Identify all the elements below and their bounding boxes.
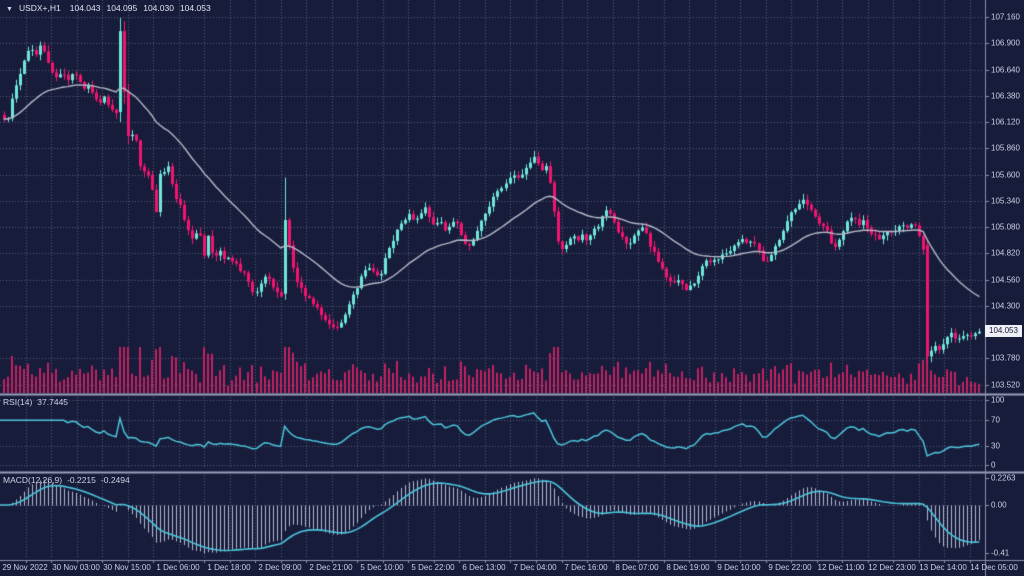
macd-axis-label: 0.00 xyxy=(991,501,1007,510)
price-axis-label: 105.600 xyxy=(991,170,1020,179)
time-axis-label: 12 Dec 11:00 xyxy=(818,563,865,572)
ohlc-open: 104.043 xyxy=(70,3,101,13)
price-axis-label: 104.560 xyxy=(991,275,1020,284)
rsi-value: 37.7445 xyxy=(37,397,68,407)
time-axis-label: 2 Dec 09:00 xyxy=(258,563,301,572)
price-axis-label: 106.900 xyxy=(991,39,1020,48)
price-axis-label: 106.120 xyxy=(991,118,1020,127)
rsi-indicator-label: RSI(14) 37.7445 xyxy=(3,397,73,407)
time-axis-label: 14 Dec 05:00 xyxy=(970,563,1018,572)
price-axis-label: 105.080 xyxy=(991,223,1020,232)
current-price-tag: 104.053 xyxy=(985,325,1022,337)
time-axis-label: 13 Dec 14:00 xyxy=(919,563,967,572)
time-axis-label: 1 Dec 18:00 xyxy=(207,563,250,572)
time-axis-label: 8 Dec 19:00 xyxy=(666,563,709,572)
price-axis-label: 105.860 xyxy=(991,144,1020,153)
time-axis-label: 9 Dec 22:00 xyxy=(768,563,811,572)
time-axis-label: 2 Dec 21:00 xyxy=(309,563,352,572)
macd-indicator-label: MACD(12,26,9) -0.2215 -0.2494 xyxy=(3,475,135,485)
macd-value-main: -0.2215 xyxy=(67,475,96,485)
time-axis-label: 1 Dec 06:00 xyxy=(156,563,199,572)
time-axis-label: 8 Dec 07:00 xyxy=(615,563,658,572)
time-axis-label: 7 Dec 04:00 xyxy=(513,563,556,572)
ohlc-high: 104.095 xyxy=(106,3,137,13)
rsi-axis-label: 30 xyxy=(991,441,1000,450)
price-axis-label: 106.380 xyxy=(991,91,1020,100)
price-axis-label: 103.780 xyxy=(991,354,1020,363)
price-axis-label: 106.640 xyxy=(991,65,1020,74)
chart-header: ▼ USDX+,H1 104.043 104.095 104.030 104.053 xyxy=(6,3,217,13)
macd-value-signal: -0.2494 xyxy=(101,475,130,485)
time-axis-label: 5 Dec 22:00 xyxy=(411,563,454,572)
time-axis-label: 7 Dec 16:00 xyxy=(564,563,607,572)
ohlc-close: 104.053 xyxy=(180,3,211,13)
macd-axis-label: -0.41 xyxy=(991,549,1009,558)
time-axis-label: 9 Dec 10:00 xyxy=(717,563,760,572)
time-axis-label: 12 Dec 23:00 xyxy=(868,563,916,572)
time-axis-label: 6 Dec 13:00 xyxy=(462,563,505,572)
price-axis-label: 105.340 xyxy=(991,196,1020,205)
macd-axis-label: 0.2263 xyxy=(991,474,1015,483)
chart-menu-arrow-icon[interactable]: ▼ xyxy=(6,6,13,13)
rsi-name: RSI(14) xyxy=(3,397,32,407)
chart-canvas[interactable] xyxy=(0,0,1024,576)
symbol-timeframe-label: USDX+,H1 xyxy=(19,3,61,13)
trading-chart-window: ▼ USDX+,H1 104.043 104.095 104.030 104.053 RS… xyxy=(0,0,1024,576)
price-axis-label: 107.160 xyxy=(991,13,1020,22)
ohlc-low: 104.030 xyxy=(143,3,174,13)
rsi-axis-label: 70 xyxy=(991,415,1000,424)
price-axis-label: 104.300 xyxy=(991,301,1020,310)
rsi-axis-label: 0 xyxy=(991,461,995,470)
rsi-axis-label: 100 xyxy=(991,396,1004,405)
price-axis-label: 104.820 xyxy=(991,249,1020,258)
macd-name: MACD(12,26,9) xyxy=(3,475,62,485)
price-axis-label: 103.520 xyxy=(991,380,1020,389)
time-axis-label: 30 Nov 15:00 xyxy=(103,563,151,572)
time-axis-label: 30 Nov 03:00 xyxy=(52,563,100,572)
time-axis-label: 29 Nov 2022 xyxy=(2,563,47,572)
time-axis-label: 5 Dec 10:00 xyxy=(360,563,403,572)
